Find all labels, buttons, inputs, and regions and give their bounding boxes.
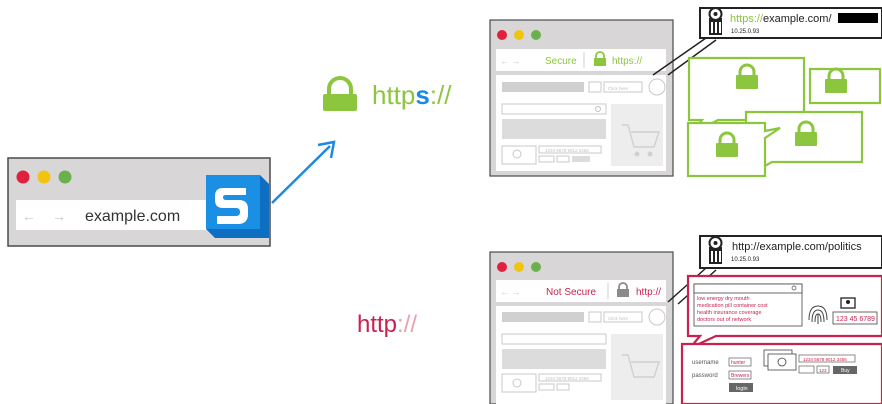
diagram-canvas: ← → example.com https:// http:// ← → Sec (7, 7, 882, 404)
forward-arrow-icon[interactable]: → (52, 208, 66, 224)
svg-text:https://: https:// (372, 80, 452, 110)
svg-text:123 45 6789: 123 45 6789 (836, 316, 875, 323)
svg-text:10.25.0.93: 10.25.0.93 (731, 29, 760, 35)
building-icon (708, 7, 723, 35)
svg-text:1234 5678 9012 3456: 1234 5678 9012 3456 (545, 376, 589, 381)
close-dot (16, 170, 30, 184)
svg-text:health insurance coverage: health insurance coverage (697, 310, 762, 316)
left-url-text: example.com (85, 208, 180, 225)
back-arrow-icon[interactable]: ← (22, 208, 36, 224)
svg-text:login: login (736, 386, 748, 392)
svg-text:https://example.com/: https://example.com/ (730, 13, 832, 25)
https-label: https:// (323, 76, 452, 111)
svg-text:low energy dry mouth: low energy dry mouth (697, 296, 750, 302)
minimize-dot (37, 170, 51, 184)
leaked-search: low energy dry mouth medication pill con… (693, 283, 803, 327)
s-logo-icon (206, 175, 269, 238)
svg-text:1234 5678 9012 3456: 1234 5678 9012 3456 (803, 357, 847, 362)
building-icon (708, 236, 723, 264)
svg-text:← →: ← → (500, 287, 521, 297)
svg-text:http://example.com/politics: http://example.com/politics (732, 241, 862, 253)
direction-arrow (271, 140, 336, 204)
svg-text:← →: ← → (500, 56, 521, 66)
maximize-dot (58, 170, 72, 184)
insecure-protocol: http:// (636, 287, 661, 298)
padlock-icon (323, 76, 357, 111)
encrypted-bubbles (686, 56, 882, 178)
svg-text:123: 123 (819, 368, 827, 373)
svg-text:Click here: Click here (608, 316, 629, 321)
svg-text:Buy: Buy (841, 368, 850, 374)
credit-card-icon (798, 365, 815, 374)
svg-text:medication pill container cost: medication pill container cost (697, 303, 768, 309)
svg-text:password: password (692, 373, 718, 379)
insecure-status: Not Secure (546, 287, 596, 298)
secure-browser-window: ← → Secure https:// Click here 1234 5678… (489, 19, 674, 177)
svg-text:Brewers: Brewers (731, 373, 750, 379)
svg-text:1234 5678 9012 3456: 1234 5678 9012 3456 (545, 148, 589, 153)
secure-protocol: https:// (612, 56, 642, 67)
svg-text:hunter: hunter (731, 360, 746, 366)
svg-text:doctors out of network: doctors out of network (697, 317, 751, 323)
svg-text:username: username (692, 360, 719, 366)
redacted-bar (838, 13, 878, 23)
svg-text:10.25.0.93: 10.25.0.93 (731, 257, 760, 263)
secure-status: Secure (545, 56, 577, 67)
cash-icon (763, 349, 797, 371)
insecure-browser-window: ← → Not Secure http:// Click here 1234 5… (489, 251, 674, 404)
http-label: http:// (357, 311, 417, 338)
svg-text:Click here: Click here (608, 86, 629, 91)
